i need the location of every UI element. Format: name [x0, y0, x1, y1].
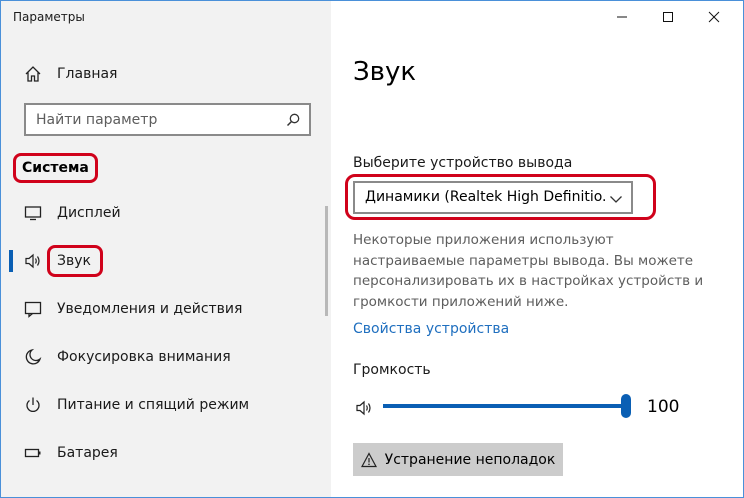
close-icon: [708, 8, 720, 27]
device-properties-link[interactable]: Свойства устройства: [353, 321, 509, 337]
sidebar-item-home[interactable]: Главная: [1, 54, 325, 94]
minimize-button[interactable]: [599, 1, 645, 33]
sidebar-scrollbar[interactable]: [325, 206, 328, 316]
sidebar-item-label: Фокусировка внимания: [57, 349, 231, 365]
page-title: Звук: [353, 57, 417, 87]
volume-label: Громкость: [353, 362, 431, 378]
power-icon: [24, 396, 42, 414]
maximize-button[interactable]: [645, 1, 691, 33]
close-button[interactable]: [691, 1, 737, 33]
search-input[interactable]: [36, 110, 276, 130]
output-device-label: Выберите устройство вывода: [353, 155, 573, 171]
sidebar-item-battery[interactable]: Батарея: [1, 433, 325, 473]
sidebar-item-notifications[interactable]: Уведомления и действия: [1, 289, 325, 329]
notification-icon: [24, 300, 42, 318]
battery-icon: [24, 444, 42, 462]
output-description: Некоторые приложения используют настраив…: [353, 232, 704, 310]
speaker-icon: [24, 252, 42, 270]
speaker-volume-icon[interactable]: [355, 399, 375, 417]
maximize-icon: [662, 8, 674, 27]
search-box[interactable]: [24, 103, 311, 136]
volume-value: 100: [647, 397, 680, 417]
highlight-ring-dropdown: [345, 174, 656, 220]
minimize-icon: [616, 8, 628, 27]
highlight-ring-sound: [47, 245, 103, 277]
sidebar-item-power-sleep[interactable]: Питание и спящий режим: [1, 385, 325, 425]
sidebar-item-display[interactable]: Дисплей: [1, 193, 325, 233]
warning-icon: [360, 451, 377, 468]
settings-window: Параметры Главная Система Дисплей: [0, 0, 744, 498]
sidebar-item-label: Питание и спящий режим: [57, 397, 250, 413]
sidebar-item-label: Дисплей: [57, 205, 121, 221]
section-header-system: Система: [13, 153, 98, 183]
troubleshoot-button[interactable]: Устранение неполадок: [353, 443, 563, 476]
search-icon[interactable]: [285, 112, 301, 128]
volume-slider-thumb[interactable]: [621, 394, 631, 418]
window-title: Параметры: [13, 10, 85, 24]
volume-slider-track[interactable]: [383, 404, 627, 408]
troubleshoot-label: Устранение неполадок: [384, 451, 556, 468]
moon-icon: [24, 348, 42, 366]
display-icon: [24, 204, 42, 222]
sidebar: Параметры Главная Система Дисплей: [1, 1, 331, 497]
active-indicator: [9, 250, 13, 272]
home-icon: [24, 65, 42, 83]
sidebar-item-label: Уведомления и действия: [57, 301, 243, 317]
sidebar-item-focus-assist[interactable]: Фокусировка внимания: [1, 337, 325, 377]
sidebar-item-label: Батарея: [57, 445, 118, 461]
sidebar-item-label: Главная: [57, 66, 118, 82]
